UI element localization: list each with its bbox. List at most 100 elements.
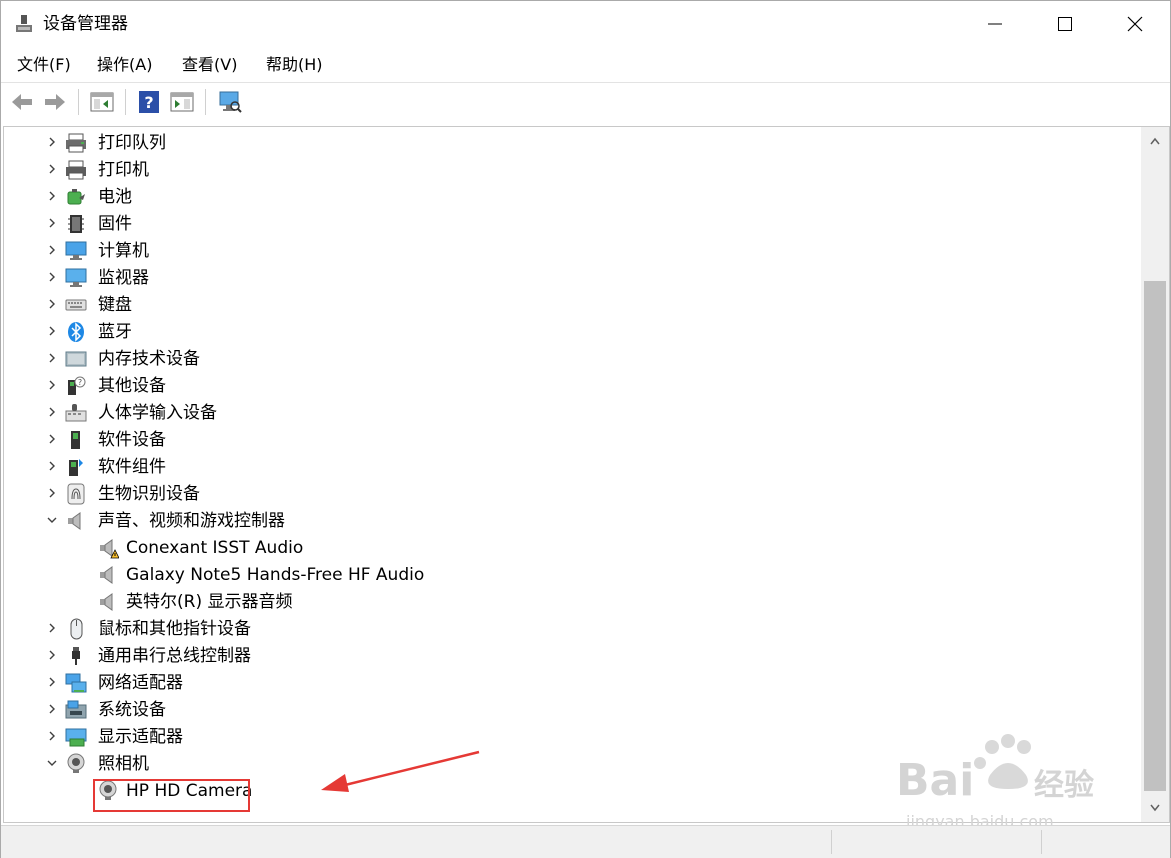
- network-adapter-icon: [65, 673, 87, 693]
- scrollbar-thumb[interactable]: [1144, 281, 1166, 791]
- tree-item-label: 系统设备: [98, 700, 166, 720]
- tree-item-label: 声音、视频和游戏控制器: [98, 511, 285, 531]
- speaker-icon: [100, 566, 113, 584]
- chevron-right-icon[interactable]: [45, 216, 59, 230]
- menu-file[interactable]: 文件(F): [17, 53, 71, 77]
- tree-item-label: 生物识别设备: [98, 484, 200, 504]
- chevron-right-icon[interactable]: [45, 297, 59, 311]
- chevron-right-icon[interactable]: [45, 351, 59, 365]
- usb-icon: [72, 647, 80, 665]
- toolbar-separator: [78, 89, 79, 115]
- toolbar-separator: [125, 89, 126, 115]
- print-queue-icon: [66, 133, 86, 153]
- tree-device-row[interactable]: 英特尔(R) 显示器音频: [4, 588, 1134, 615]
- tree-category-row[interactable]: 鼠标和其他指针设备: [4, 615, 1134, 642]
- watermark-brand: Bai: [896, 755, 974, 806]
- tree-item-label: 打印机: [98, 160, 149, 180]
- tree-category-row[interactable]: 生物识别设备: [4, 480, 1134, 507]
- help-icon[interactable]: ?: [136, 89, 162, 115]
- tree-category-row[interactable]: 蓝牙: [4, 318, 1134, 345]
- tree-category-row[interactable]: 键盘: [4, 291, 1134, 318]
- chevron-right-icon[interactable]: [45, 405, 59, 419]
- tree-category-row[interactable]: ? 其他设备: [4, 372, 1134, 399]
- chevron-right-icon[interactable]: [45, 729, 59, 743]
- chevron-right-icon[interactable]: [45, 135, 59, 149]
- tree-category-row[interactable]: 人体学输入设备: [4, 399, 1134, 426]
- close-button[interactable]: [1100, 1, 1170, 47]
- tree-item-label: 照相机: [98, 754, 149, 774]
- tree-category-row[interactable]: 打印队列: [4, 129, 1134, 156]
- menu-view[interactable]: 查看(V): [182, 53, 237, 77]
- speaker-icon: [68, 512, 81, 530]
- firmware-icon: [68, 215, 84, 233]
- forward-arrow-icon[interactable]: [42, 89, 68, 115]
- toolbar-separator: [205, 89, 206, 115]
- chevron-down-icon[interactable]: [45, 756, 59, 770]
- chevron-right-icon[interactable]: [45, 324, 59, 338]
- battery-icon: [67, 189, 85, 205]
- chevron-right-icon[interactable]: [45, 621, 59, 635]
- tree-item-label: 网络适配器: [98, 673, 183, 693]
- baidu-jingyan-watermark: Bai 经验 jingyan.baidu.com: [896, 729, 1126, 834]
- system-device-icon: [65, 700, 87, 719]
- device-tree-view[interactable]: 打印队列 打印机 电池 固件 计算机 监视器 键盘 蓝牙 内存技术设备? 其他设备 人体学输入设备软…: [3, 126, 1170, 823]
- tree-item-label: 电池: [98, 187, 132, 207]
- toolbar: ?: [1, 82, 1170, 120]
- tree-category-row[interactable]: 软件设备: [4, 426, 1134, 453]
- chevron-right-icon[interactable]: [45, 162, 59, 176]
- chevron-right-icon[interactable]: [45, 702, 59, 716]
- tree-item-label: 内存技术设备: [98, 349, 200, 369]
- tree-device-row[interactable]: Galaxy Note5 Hands-Free HF Audio: [4, 561, 1134, 588]
- other-device-icon: ?: [68, 376, 86, 395]
- maximize-button[interactable]: [1030, 1, 1100, 47]
- chevron-right-icon[interactable]: [45, 243, 59, 257]
- show-hide-console-tree-icon[interactable]: [89, 89, 115, 115]
- device-manager-app-icon: [16, 15, 32, 32]
- tree-category-row[interactable]: 软件组件: [4, 453, 1134, 480]
- chevron-right-icon[interactable]: [45, 459, 59, 473]
- tree-category-row[interactable]: 网络适配器: [4, 669, 1134, 696]
- menu-action[interactable]: 操作(A): [97, 53, 152, 77]
- chevron-right-icon[interactable]: [45, 378, 59, 392]
- menu-help[interactable]: 帮助(H): [266, 53, 323, 77]
- scroll-up-button[interactable]: [1141, 127, 1169, 155]
- tree-item-label: 软件设备: [98, 430, 166, 450]
- annotation-arrow: [321, 750, 480, 792]
- tree-category-row[interactable]: 固件: [4, 210, 1134, 237]
- title-bar[interactable]: 设备管理器: [1, 1, 1170, 47]
- tree-category-row[interactable]: 声音、视频和游戏控制器: [4, 507, 1134, 534]
- tree-category-row[interactable]: 计算机: [4, 237, 1134, 264]
- tree-category-row[interactable]: 电池: [4, 183, 1134, 210]
- svg-text:?: ?: [144, 93, 153, 112]
- chevron-right-icon[interactable]: [45, 675, 59, 689]
- tree-category-row[interactable]: 内存技术设备: [4, 345, 1134, 372]
- tree-category-row[interactable]: 系统设备: [4, 696, 1134, 723]
- scan-hardware-icon[interactable]: [217, 89, 243, 115]
- tree-device-row[interactable]: Conexant ISST Audio: [4, 534, 1134, 561]
- chevron-right-icon[interactable]: [45, 486, 59, 500]
- scroll-down-button[interactable]: [1141, 794, 1169, 822]
- baidu-paw-logo: Bai 经验 jingyan.baidu.com: [896, 734, 1094, 831]
- tree-category-row[interactable]: 打印机: [4, 156, 1134, 183]
- status-divider: [1041, 830, 1042, 854]
- chevron-right-icon[interactable]: [45, 270, 59, 284]
- chevron-right-icon[interactable]: [45, 648, 59, 662]
- tree-item-label: 监视器: [98, 268, 149, 288]
- chevron-down-icon: [1150, 804, 1160, 812]
- properties-icon[interactable]: [169, 89, 195, 115]
- chevron-down-icon[interactable]: [45, 513, 59, 527]
- fingerprint-icon: [67, 483, 85, 505]
- chevron-right-icon[interactable]: [45, 189, 59, 203]
- printer-icon: [66, 160, 86, 180]
- tree-item-label: 计算机: [98, 241, 149, 261]
- software-device-icon: [71, 431, 80, 449]
- chevron-right-icon[interactable]: [45, 432, 59, 446]
- minimize-button[interactable]: [960, 1, 1030, 47]
- minimize-icon: [988, 23, 1002, 25]
- watermark-brand-suffix: 经验: [1034, 768, 1094, 803]
- maximize-icon: [1058, 17, 1072, 31]
- vertical-scrollbar[interactable]: [1141, 127, 1169, 822]
- tree-category-row[interactable]: 监视器: [4, 264, 1134, 291]
- tree-category-row[interactable]: 通用串行总线控制器: [4, 642, 1134, 669]
- back-arrow-icon[interactable]: [9, 89, 35, 115]
